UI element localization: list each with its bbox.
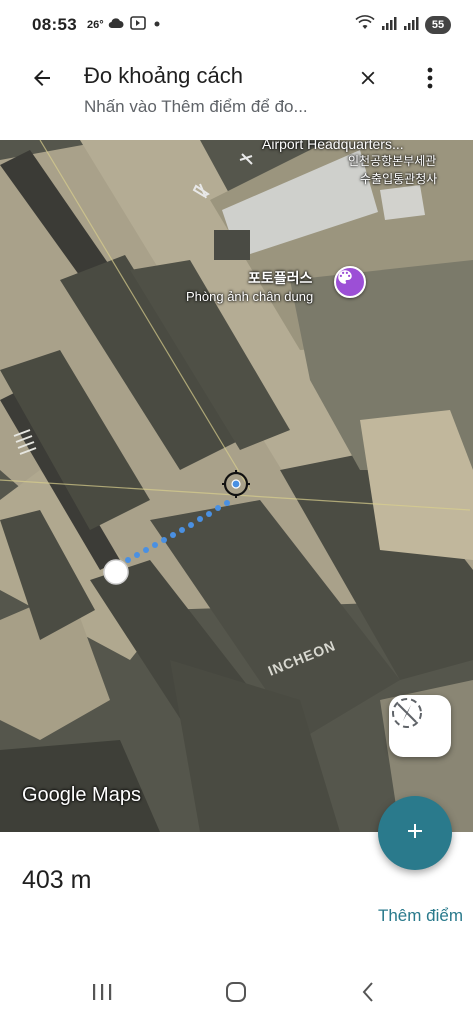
back-nav-button[interactable] (348, 980, 388, 1008)
screen: 08:53 26° 55 Đo khoảng cách Nhấn vào Thê… (0, 0, 473, 1024)
status-left-icons (108, 15, 162, 35)
measure-header: Đo khoảng cách Nhấn vào Thêm điểm để đo.… (0, 50, 473, 140)
system-nav-bar (0, 962, 473, 1024)
close-icon (357, 67, 379, 94)
battery-icon: 55 (425, 16, 451, 34)
status-time: 08:53 (32, 15, 77, 34)
recent-apps-button[interactable] (82, 980, 122, 1008)
wifi-icon (355, 14, 375, 36)
status-bar: 08:53 26° 55 (0, 0, 473, 50)
more-options-button[interactable] (414, 62, 446, 98)
distance-value: 403 m (22, 866, 92, 894)
compass-button[interactable] (389, 695, 451, 757)
map-label-poi-ko: 포토플러스 (248, 270, 313, 286)
weather-cloud-icon (108, 16, 124, 34)
home-button[interactable] (216, 980, 256, 1008)
cast-icon (129, 15, 146, 35)
measure-start-point[interactable] (103, 559, 129, 585)
home-icon (225, 981, 247, 1008)
notification-dot-icon (152, 16, 162, 34)
add-point-button[interactable]: Thêm điểm (378, 906, 463, 926)
arrow-back-icon (30, 66, 54, 95)
status-temperature: 26° (86, 19, 104, 31)
add-point-fab[interactable] (378, 796, 452, 870)
more-vert-icon (427, 67, 433, 94)
page-title: Đo khoảng cách (84, 63, 243, 88)
plus-icon (403, 819, 427, 848)
poi-marker[interactable] (334, 266, 366, 298)
signal-2-icon (403, 16, 419, 35)
close-button[interactable] (350, 62, 386, 98)
google-maps-logo: Google Maps (22, 784, 141, 806)
status-right-icons: 55 (355, 14, 451, 36)
page-subtitle: Nhấn vào Thêm điểm để đo... (84, 97, 308, 116)
map-label-poi-vi: Phòng ảnh chân dung (186, 289, 314, 304)
back-button[interactable] (24, 62, 60, 98)
satellite-map[interactable]: Airport Headquarters... 인천공항본부세관 수출입통관청사… (0, 140, 473, 832)
back-nav-icon (361, 981, 375, 1008)
signal-1-icon (381, 16, 397, 35)
map-label-hq: Airport Headquarters... (262, 140, 404, 152)
map-label-hq-ko-2: 수출입통관청사 (360, 172, 438, 186)
recent-apps-icon (91, 982, 113, 1007)
map-label-hq-ko-1: 인천공항본부세관 (348, 154, 437, 168)
